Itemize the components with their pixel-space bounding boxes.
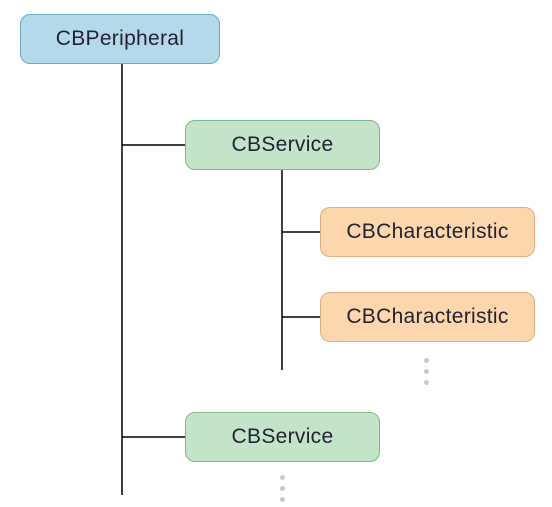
node-label: CBService — [232, 133, 334, 157]
node-label: CBCharacteristic — [346, 305, 508, 329]
ellipsis-characteristics — [424, 358, 429, 385]
node-cbservice-1: CBService — [185, 120, 380, 170]
ellipsis-services — [280, 475, 285, 502]
node-label: CBCharacteristic — [346, 220, 508, 244]
node-cbperipheral: CBPeripheral — [20, 14, 220, 64]
node-cbservice-2: CBService — [185, 412, 380, 462]
node-cbcharacteristic-2: CBCharacteristic — [320, 292, 535, 342]
node-cbcharacteristic-1: CBCharacteristic — [320, 207, 535, 257]
node-label: CBService — [232, 425, 334, 449]
node-label: CBPeripheral — [56, 27, 185, 51]
